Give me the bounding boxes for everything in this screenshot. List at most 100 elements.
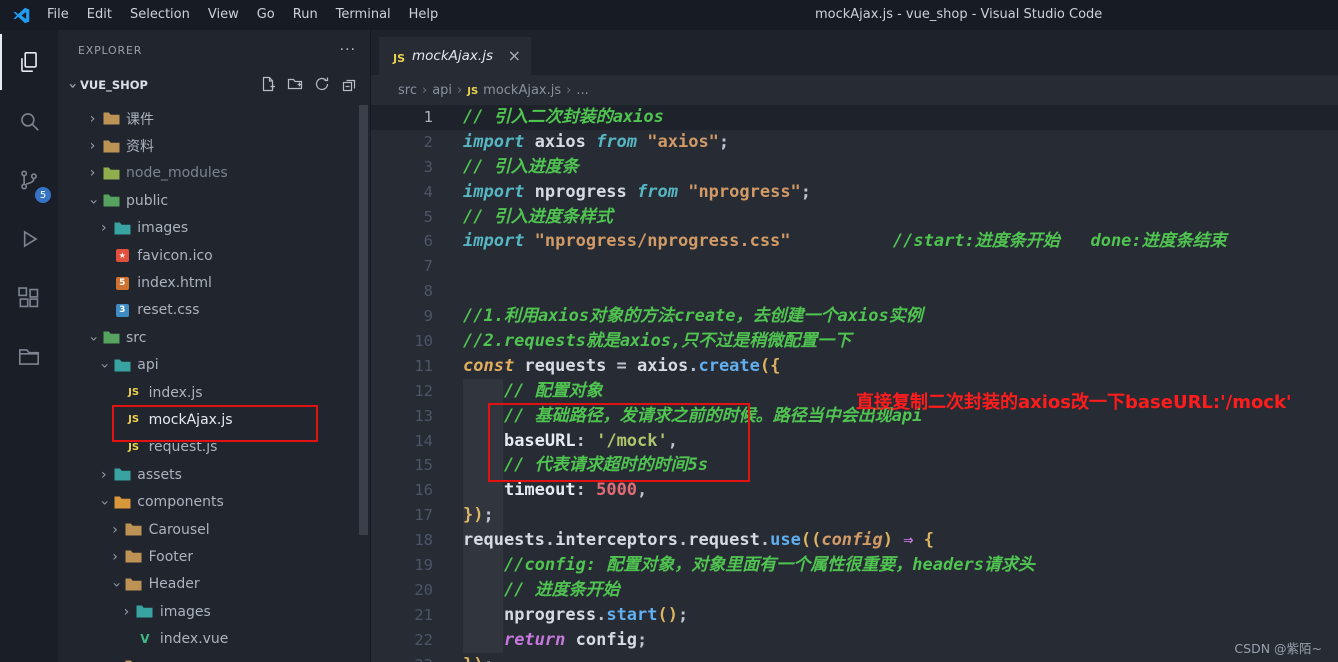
chevron-right-icon: › <box>107 659 124 662</box>
tree-item-label: request.js <box>148 439 218 456</box>
tree-item-Carousel[interactable]: › Carousel <box>58 516 370 543</box>
line-number: 21 <box>414 605 433 624</box>
source-control-icon[interactable]: 5 <box>0 152 58 208</box>
tree-item-index.html[interactable]: 5 index.html <box>58 269 370 296</box>
tree-item-Footer[interactable]: › Footer <box>58 543 370 570</box>
chevron-down-icon: › <box>96 500 113 506</box>
code-text: // 基础路径，发请求之前的时候。路径当中会出现api <box>463 405 923 426</box>
tree-item-public[interactable]: › public <box>58 187 370 214</box>
code-line-6[interactable]: 6 import "nprogress/nprogress.css" //star… <box>371 229 1338 254</box>
tree-item-src[interactable]: › src <box>58 324 370 351</box>
close-icon[interactable]: × <box>508 48 521 64</box>
tree-item-components[interactable]: › components <box>58 488 370 515</box>
new-folder-icon[interactable] <box>287 76 303 95</box>
tree-item-images[interactable]: › images <box>58 215 370 242</box>
breadcrumb-item-mockAjax.js[interactable]: JS mockAjax.js <box>467 83 561 98</box>
tree-item-reset.css[interactable]: 3 reset.css <box>58 297 370 324</box>
menu-run[interactable]: Run <box>284 0 327 30</box>
code-text: }); <box>463 653 494 662</box>
code-line-2[interactable]: 2 import axios from "axios"; <box>371 130 1338 155</box>
code-line-17[interactable]: 17}); <box>371 503 1338 528</box>
code-line-10[interactable]: 10 //2.requests就是axios,只不过是稍微配置一下 <box>371 329 1338 354</box>
folder-library-icon[interactable] <box>0 329 58 385</box>
tree-item-favicon.ico[interactable]: ★ favicon.ico <box>58 242 370 269</box>
code-line-9[interactable]: 9 //1.利用axios对象的方法create，去创建一个axios实例 <box>371 304 1338 329</box>
tab-mockajax[interactable]: JS mockAjax.js × <box>379 37 531 75</box>
code-line-15[interactable]: 15 // 代表请求超时的时间5s <box>371 453 1338 478</box>
run-debug-icon[interactable] <box>0 211 58 267</box>
collapse-all-icon[interactable] <box>341 76 357 95</box>
code-line-16[interactable]: 16 timeout: 5000, <box>371 478 1338 503</box>
code-line-5[interactable]: 5 // 引入进度条样式 <box>371 205 1338 230</box>
tree-item-assets[interactable]: › assets <box>58 461 370 488</box>
code-line-14[interactable]: 14 baseURL: '/mock', <box>371 429 1338 454</box>
code-line-19[interactable]: 19 //config: 配置对象，对象里面有一个属性很重要，headers请求… <box>371 553 1338 578</box>
folder-icon <box>112 496 132 509</box>
line-number: 2 <box>423 132 433 151</box>
tree-item-资料[interactable]: › 资料 <box>58 132 370 159</box>
line-number: 6 <box>423 232 433 251</box>
sidebar-scrollbar[interactable] <box>359 105 368 535</box>
code-line-8[interactable]: 8 <box>371 279 1338 304</box>
refresh-icon[interactable] <box>314 76 330 95</box>
tree-item-Header[interactable]: › Header <box>58 571 370 598</box>
code-line-7[interactable]: 7 <box>371 254 1338 279</box>
code-line-21[interactable]: 21 nprogress.start(); <box>371 603 1338 628</box>
section-title: VUE_SHOP <box>80 78 148 92</box>
code-line-22[interactable]: 22 return config; <box>371 628 1338 653</box>
editor-group: JS mockAjax.js × src › api › JS mockAjax.js ›.… <box>370 30 1338 662</box>
more-actions-icon[interactable]: ··· <box>340 42 356 58</box>
code-line-4[interactable]: 4 import nprogress from "nprogress"; <box>371 180 1338 205</box>
menu-view[interactable]: View <box>199 0 248 30</box>
menu-bar: File Edit Selection View Go Run Terminal Help <box>38 0 447 30</box>
tree-item-api[interactable]: › api <box>58 352 370 379</box>
search-icon[interactable] <box>0 93 58 149</box>
line-number: 19 <box>414 556 433 575</box>
tree-item-partial[interactable]: › <box>58 653 370 662</box>
tree-item-node_modules[interactable]: › node_modules <box>58 160 370 187</box>
breadcrumb-item-src[interactable]: src <box>398 83 417 98</box>
code-text: requests.interceptors.request.use((confi… <box>463 530 934 551</box>
code-line-18[interactable]: 18 requests.interceptors.request.use((con… <box>371 528 1338 553</box>
menu-terminal[interactable]: Terminal <box>327 0 400 30</box>
tree-item-request.js[interactable]: JS request.js <box>58 434 370 461</box>
tree-item-label: api <box>137 357 159 374</box>
code-line-23[interactable]: 23}); <box>371 653 1338 662</box>
code-lines: 1 // 引入二次封装的axios 2 import axios from "axio… <box>371 105 1338 662</box>
menu-selection[interactable]: Selection <box>121 0 199 30</box>
line-number: 18 <box>414 531 433 550</box>
code-text: const requests = axios.create({ <box>463 355 781 376</box>
code-text: import "nprogress/nprogress.css" //start… <box>463 231 1227 252</box>
html-icon: 5 <box>112 276 132 290</box>
tree-item-mockAjax.js[interactable]: JS mockAjax.js <box>58 406 370 433</box>
sidebar: EXPLORER ··· › VUE_SHOP › 课件 › 资料 › node_modu… <box>58 30 370 662</box>
breadcrumb-item-api[interactable]: api <box>432 83 452 98</box>
menu-edit[interactable]: Edit <box>78 0 121 30</box>
line-number: 10 <box>414 332 433 351</box>
line-number: 17 <box>414 506 433 525</box>
tree-item-label: src <box>126 329 147 346</box>
menu-go[interactable]: Go <box>248 0 284 30</box>
tree-item-index.vue[interactable]: Vindex.vue <box>58 625 370 652</box>
breadcrumb-item-...[interactable]: ... <box>576 83 588 98</box>
code-line-1[interactable]: 1 // 引入二次封装的axios <box>371 105 1338 130</box>
menu-file[interactable]: File <box>38 0 78 30</box>
tree-item-label: favicon.ico <box>137 247 213 264</box>
code-line-11[interactable]: 11 const requests = axios.create({ <box>371 354 1338 379</box>
code-line-20[interactable]: 20 // 进度条开始 <box>371 578 1338 603</box>
breadcrumb-separator-icon: › <box>421 82 428 98</box>
menu-help[interactable]: Help <box>400 0 448 30</box>
extensions-icon[interactable] <box>0 270 58 326</box>
section-vue-shop[interactable]: › VUE_SHOP <box>58 70 370 100</box>
chevron-right-icon: › <box>100 220 107 237</box>
folder-icon <box>101 112 121 125</box>
folder-icon <box>112 468 132 481</box>
tree-item-index.js[interactable]: JS index.js <box>58 379 370 406</box>
new-file-icon[interactable] <box>260 76 276 95</box>
code-text: // 引入进度条 <box>463 156 579 177</box>
tree-item-课件[interactable]: › 课件 <box>58 105 370 132</box>
code-line-3[interactable]: 3 // 引入进度条 <box>371 155 1338 180</box>
tree-item-label: node_modules <box>126 165 228 182</box>
files-icon[interactable] <box>0 34 58 90</box>
tree-item-images[interactable]: › images <box>58 598 370 625</box>
